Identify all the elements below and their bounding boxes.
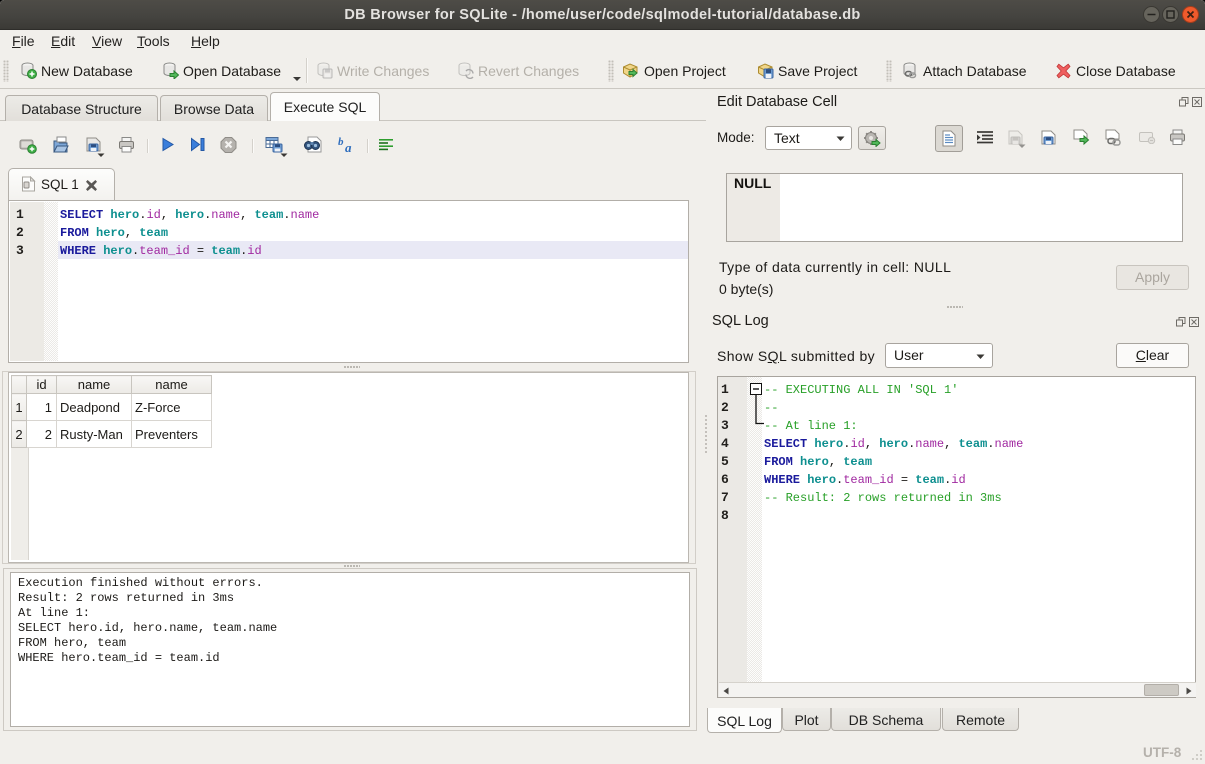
svg-text:b: b: [338, 136, 344, 148]
svg-text:a: a: [345, 140, 352, 154]
